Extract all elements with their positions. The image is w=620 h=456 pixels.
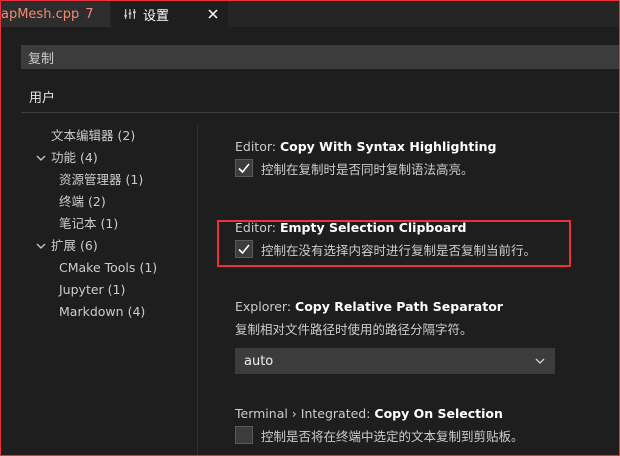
- toc-item-label: 资源管理器: [59, 172, 122, 187]
- toc-item-label: 功能: [51, 150, 77, 165]
- select-value: auto: [244, 353, 274, 369]
- tab-bar: apMesh.cpp 7 设置: [1, 1, 619, 27]
- toc-item-count: (1): [139, 260, 158, 275]
- copy-on-selection-checkbox[interactable]: [235, 426, 253, 444]
- problem-count-badge: 7: [85, 6, 94, 22]
- settings-toc: 文本编辑器 (2) 功能 (4) 资源管理器 (1) 终端 (2) 笔记本 (1…: [1, 125, 197, 323]
- setting-description: 控制在复制时是否同时复制语法高亮。: [261, 161, 474, 177]
- chevron-down-icon: [36, 243, 46, 249]
- setting-category: Editor:: [235, 139, 280, 154]
- setting-name: Copy Relative Path Separator: [295, 299, 503, 314]
- copy-syntax-checkbox[interactable]: [235, 159, 253, 177]
- settings-scope-tabs: 用户: [21, 81, 64, 113]
- scope-tab-user[interactable]: 用户: [21, 81, 64, 113]
- path-separator-select[interactable]: auto: [235, 348, 555, 374]
- toc-item-count: (1): [100, 216, 119, 231]
- settings-window: apMesh.cpp 7 设置 用户: [0, 0, 620, 456]
- tab-settings[interactable]: 设置: [111, 1, 228, 27]
- toc-item-count: (1): [125, 172, 144, 187]
- setting-checkbox-row: 控制是否将在终端中选定的文本复制到剪贴板。: [219, 423, 615, 447]
- setting-category: Explorer:: [235, 299, 296, 314]
- tab-apmesh-cpp[interactable]: apMesh.cpp 7: [1, 1, 111, 27]
- toc-item-label: Markdown: [59, 304, 124, 319]
- toc-item-jupyter[interactable]: Jupyter (1): [1, 279, 197, 301]
- setting-checkbox-row: 控制在没有选择内容时进行复制是否复制当前行。: [219, 237, 615, 261]
- toc-item-markdown[interactable]: Markdown (4): [1, 301, 197, 323]
- toc-item-notebook[interactable]: 笔记本 (1): [1, 213, 197, 235]
- tab-title: apMesh.cpp: [1, 6, 80, 22]
- setting-title: Explorer: Copy Relative Path Separator: [219, 298, 615, 316]
- setting-name: Copy On Selection: [374, 406, 503, 421]
- setting-name: Copy With Syntax Highlighting: [279, 139, 497, 154]
- setting-title: Editor: Copy With Syntax Highlighting: [219, 138, 615, 156]
- setting-description: 控制是否将在终端中选定的文本复制到剪贴板。: [261, 428, 524, 444]
- settings-search-box[interactable]: [21, 45, 619, 69]
- setting-name: Empty Selection Clipboard: [279, 220, 467, 235]
- toc-item-label: CMake Tools: [59, 260, 136, 275]
- setting-copy-with-syntax-highlighting: Editor: Copy With Syntax Highlighting 控制…: [219, 138, 615, 180]
- toc-item-cmake-tools[interactable]: CMake Tools (1): [1, 257, 197, 279]
- toc-item-count: (6): [80, 238, 98, 253]
- toc-item-count: (4): [80, 150, 98, 165]
- setting-category: Editor:: [235, 220, 280, 235]
- setting-checkbox-row: 控制在复制时是否同时复制语法高亮。: [219, 156, 615, 180]
- toc-item-label: 终端: [59, 194, 85, 209]
- toc-item-label: Jupyter: [59, 282, 104, 297]
- setting-empty-selection-clipboard: Editor: Empty Selection Clipboard 控制在没有选…: [219, 219, 615, 261]
- setting-copy-on-selection: Terminal › Integrated: Copy On Selection…: [219, 405, 615, 447]
- chevron-down-icon: [535, 358, 545, 364]
- toc-item-count: (2): [88, 194, 106, 209]
- toc-item-label: 扩展: [51, 238, 77, 253]
- toc-item-extensions[interactable]: 扩展 (6): [1, 235, 197, 257]
- header-divider: [21, 112, 619, 113]
- toc-item-label: 笔记本: [59, 216, 97, 231]
- toc-item-explorer[interactable]: 资源管理器 (1): [1, 169, 197, 191]
- setting-title: Terminal › Integrated: Copy On Selection: [219, 405, 615, 423]
- settings-gear-icon: [124, 9, 136, 19]
- empty-selection-checkbox[interactable]: [235, 240, 253, 258]
- toc-item-text-editor[interactable]: 文本编辑器 (2): [1, 125, 197, 147]
- toc-item-features[interactable]: 功能 (4): [1, 147, 197, 169]
- toc-item-count: (2): [117, 128, 136, 143]
- setting-description: 复制相对文件路径时使用的路径分隔字符。: [235, 322, 473, 337]
- chevron-down-icon: [36, 155, 46, 161]
- close-icon[interactable]: [206, 7, 220, 21]
- setting-category: Terminal › Integrated:: [235, 406, 375, 421]
- setting-title: Editor: Empty Selection Clipboard: [219, 219, 615, 237]
- checkmark-icon: [238, 163, 250, 174]
- tab-title: 设置: [143, 8, 170, 24]
- checkmark-icon: [238, 244, 250, 255]
- toc-item-terminal[interactable]: 终端 (2): [1, 191, 197, 213]
- toc-item-label: 文本编辑器: [51, 128, 114, 143]
- setting-description: 控制在没有选择内容时进行复制是否复制当前行。: [261, 242, 537, 258]
- toc-item-count: (1): [107, 282, 126, 297]
- setting-copy-relative-path-separator: Explorer: Copy Relative Path Separator 复…: [219, 298, 615, 374]
- settings-search-input[interactable]: [28, 46, 588, 68]
- toc-item-count: (4): [127, 304, 146, 319]
- toc-divider: [197, 125, 198, 455]
